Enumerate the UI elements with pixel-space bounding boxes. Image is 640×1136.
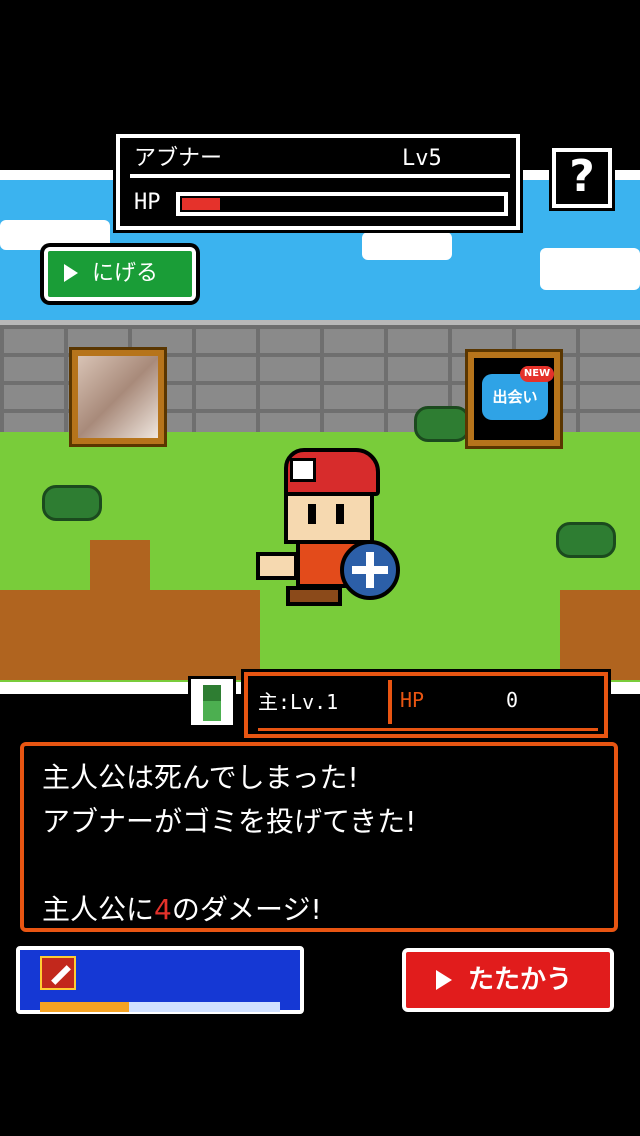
dirt-patch <box>90 540 150 600</box>
cloud <box>540 248 640 290</box>
message-line <box>42 844 596 888</box>
bush <box>556 522 616 558</box>
battle-message-box: 主人公は死んでしまった! アブナーがゴミを投げてきた! 主人公に4のダメージ! <box>20 742 618 932</box>
bush <box>414 406 470 442</box>
dirt-patch <box>0 590 260 680</box>
enemy-name: アブナー <box>134 146 223 171</box>
enemy-hp-fill <box>182 198 221 210</box>
hero-eye <box>336 504 344 524</box>
avatar-body <box>203 701 221 721</box>
player-avatar <box>188 676 236 728</box>
photo-image <box>78 356 158 438</box>
enemy-hp-bar <box>176 192 508 216</box>
enemy-status-panel: アブナー Lv5 HP <box>116 134 520 230</box>
enemy-name-row: アブナー Lv5 <box>130 144 510 178</box>
skill-gauge-fill <box>40 1002 129 1012</box>
avatar-hat <box>203 685 221 701</box>
player-status-bar <box>258 728 598 734</box>
cloud <box>0 220 110 250</box>
damage-line: 主人公に4のダメージ! <box>42 888 596 932</box>
play-triangle-icon <box>436 970 452 990</box>
player-name: 主:Lv.1 <box>258 690 339 714</box>
message-line: アブナーがゴミを投げてきた! <box>42 805 417 838</box>
deai-banner[interactable]: 出会い NEW <box>465 349 563 449</box>
cloud <box>362 232 452 260</box>
cap-emblem-icon <box>290 458 316 482</box>
damage-suffix: のダメージ! <box>171 893 322 926</box>
enemy-level: Lv5 <box>402 146 442 171</box>
skill-gauge <box>40 1002 280 1012</box>
skill-panel[interactable] <box>16 946 304 1014</box>
hero-arm <box>256 552 298 580</box>
player-hp-value: 0 <box>506 688 519 712</box>
shield-cross-icon <box>352 566 388 574</box>
dirt-patch <box>560 590 640 680</box>
new-badge: NEW <box>520 366 554 382</box>
flee-button-label: にげる <box>92 261 159 286</box>
player-status-panel: 主:Lv.1 HP 0 <box>244 672 608 738</box>
player-hp-label: HP <box>400 688 425 712</box>
hero-legs <box>286 586 342 606</box>
fight-button-label: たたかう <box>468 965 573 995</box>
status-divider <box>388 680 392 724</box>
hero-sprite <box>256 448 404 620</box>
play-triangle-icon <box>64 264 78 282</box>
photo-banner[interactable] <box>69 347 167 447</box>
damage-value: 4 <box>154 893 172 926</box>
flee-button[interactable]: にげる <box>44 247 196 301</box>
hero-eye <box>308 504 316 524</box>
damage-prefix: 主人公に <box>42 893 155 926</box>
sword-skill-icon <box>40 956 76 990</box>
message-line: 主人公は死んでしまった! <box>42 761 359 794</box>
hero-face <box>284 492 374 544</box>
sword-blade <box>51 965 71 985</box>
enemy-hp-label: HP <box>134 190 161 215</box>
bush <box>42 485 102 521</box>
help-button[interactable]: ? <box>552 148 612 208</box>
fight-button[interactable]: たたかう <box>402 948 614 1012</box>
